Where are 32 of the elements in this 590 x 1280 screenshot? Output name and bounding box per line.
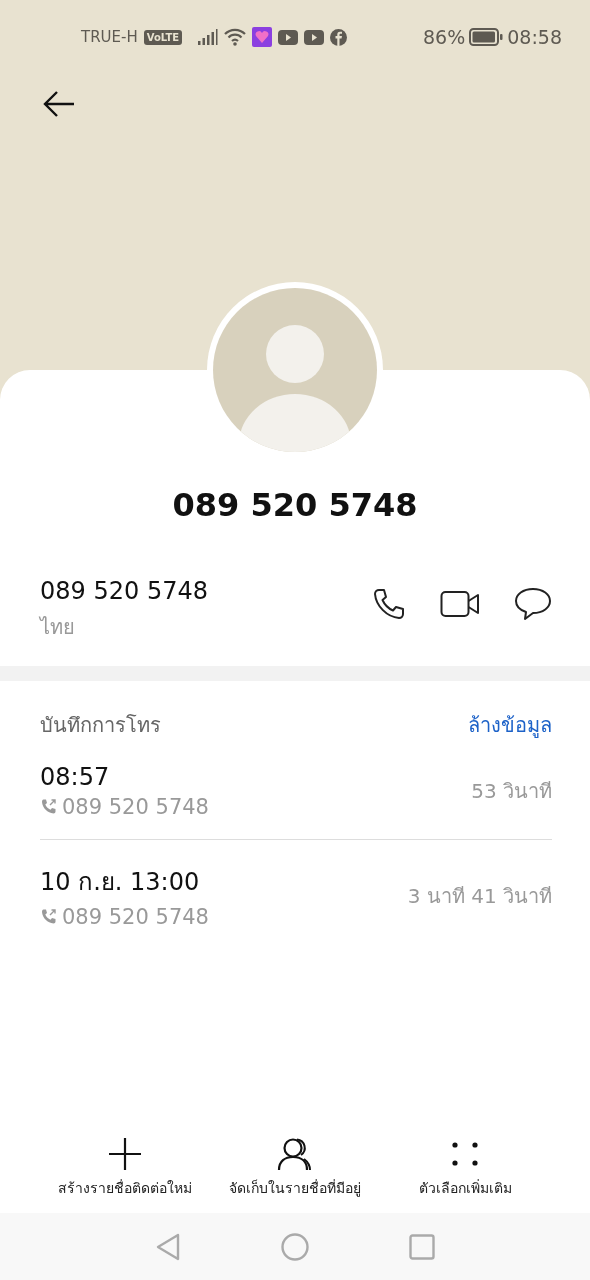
- battery-icon: [469, 28, 504, 46]
- call-duration: 3 นาที 41 วินาที: [407, 882, 552, 910]
- plus-icon: [107, 1137, 143, 1171]
- outgoing-call-icon: [40, 908, 58, 926]
- battery-percent: 86%: [423, 26, 466, 48]
- call-time: 08:57: [40, 763, 111, 791]
- video-app-icon: [278, 29, 299, 45]
- call-button[interactable]: [372, 587, 406, 621]
- people-icon: [277, 1137, 313, 1171]
- call-time: 10 ก.ย. 13:00: [40, 867, 201, 898]
- shopping-app-icon: [252, 27, 273, 47]
- call-log-title: บันทึกการโทร: [40, 712, 161, 739]
- number-region: ไทย: [40, 614, 76, 641]
- message-button[interactable]: [514, 587, 552, 621]
- video-app-icon: [304, 29, 325, 45]
- more-options-button[interactable]: ตัวเลือกเพิ่มเติม: [380, 1137, 550, 1199]
- video-call-button[interactable]: [440, 590, 480, 618]
- new-contact-button[interactable]: สร้างรายชื่อติดต่อใหม่: [40, 1137, 210, 1199]
- contact-title: 089 520 5748: [171, 486, 419, 524]
- phone-number: 089 520 5748: [40, 577, 208, 605]
- status-time: 08:58: [507, 26, 562, 48]
- carrier-name: TRUE-H: [81, 28, 138, 46]
- social-app-icon: [330, 28, 348, 46]
- signal-icon: [198, 29, 219, 45]
- call-number: 089 520 5748: [62, 905, 209, 929]
- outgoing-call-icon: [40, 798, 58, 816]
- call-duration: 53 วินาที: [471, 778, 552, 805]
- call-number: 089 520 5748: [62, 795, 209, 819]
- wifi-icon: [224, 28, 247, 46]
- save-to-contact-button[interactable]: จัดเก็บในรายชื่อที่มีอยู่: [210, 1137, 380, 1199]
- volte-badge: VoLTE: [143, 29, 183, 45]
- clear-link[interactable]: ล้างข้อมูล: [468, 709, 552, 741]
